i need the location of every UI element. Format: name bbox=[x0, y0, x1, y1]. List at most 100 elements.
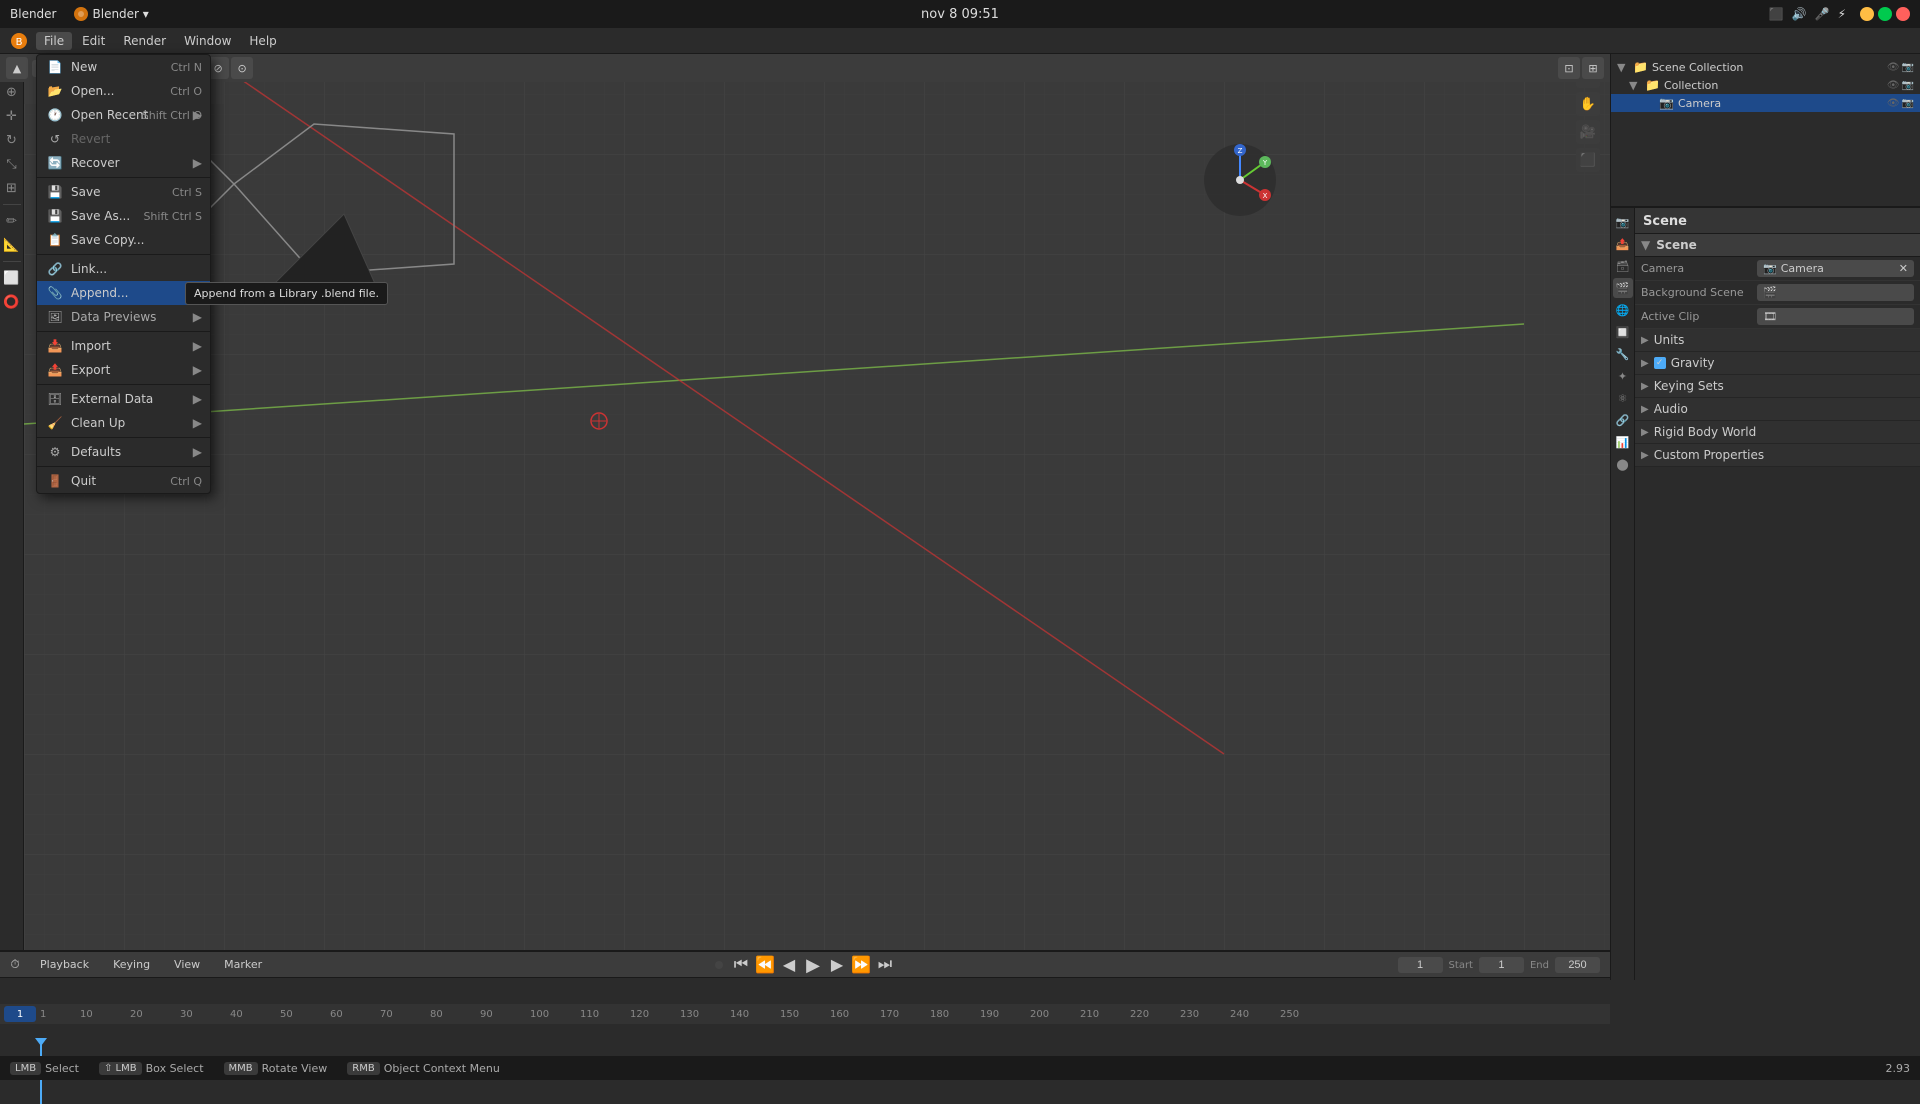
activities-label[interactable]: Blender bbox=[10, 7, 57, 21]
tool-measure[interactable]: 📐 bbox=[2, 235, 22, 255]
tool-transform[interactable]: ⊞ bbox=[2, 178, 22, 198]
prop-bgscene-value[interactable]: 🎬 bbox=[1757, 284, 1914, 301]
prev-frame-btn[interactable]: ◀ bbox=[779, 955, 799, 975]
tray-power[interactable]: ⚡ bbox=[1838, 7, 1846, 21]
tree-hide-icon[interactable]: 👁 bbox=[1887, 62, 1900, 73]
prop-tab-modifier[interactable]: 🔧 bbox=[1613, 344, 1633, 364]
proportional-btn[interactable]: ⊙ bbox=[231, 57, 253, 79]
section-rigid-body[interactable]: ▶ Rigid Body World bbox=[1635, 421, 1920, 444]
prop-tab-render[interactable]: 📷 bbox=[1613, 212, 1633, 232]
tool-annotate[interactable]: ✏ bbox=[2, 211, 22, 231]
record-btn[interactable] bbox=[715, 961, 723, 969]
section-scene[interactable]: ▼ Scene bbox=[1635, 234, 1920, 257]
tray-mic[interactable]: 🎤 bbox=[1815, 7, 1830, 21]
prop-tab-world[interactable]: 🌐 bbox=[1613, 300, 1633, 320]
window-minimize[interactable] bbox=[1860, 7, 1874, 21]
menu-help[interactable]: Help bbox=[241, 32, 284, 50]
tree-collection[interactable]: ▼ 📁 Collection 👁 📷 bbox=[1611, 76, 1920, 94]
vp-pan[interactable]: ✋ bbox=[1576, 92, 1600, 116]
section-keying-sets[interactable]: ▶ Keying Sets bbox=[1635, 375, 1920, 398]
prop-tab-object[interactable]: 🔲 bbox=[1613, 322, 1633, 342]
last-frame-btn[interactable]: ⏭ bbox=[875, 955, 895, 975]
vp-render-preview[interactable]: ⬛ bbox=[1576, 148, 1600, 172]
menu-window[interactable]: Window bbox=[176, 32, 239, 50]
menu-save-copy[interactable]: 📋 Save Copy... bbox=[37, 228, 210, 252]
menu-revert[interactable]: ↺ Revert bbox=[37, 127, 210, 151]
prop-tab-material[interactable]: ⬤ bbox=[1613, 454, 1633, 474]
menu-save[interactable]: 💾 Save Ctrl S bbox=[37, 180, 210, 204]
tree-camera[interactable]: ▶ 📷 Camera 👁 📷 bbox=[1611, 94, 1920, 112]
tray-network[interactable]: ⬛ bbox=[1769, 7, 1784, 21]
tree-scene-collection[interactable]: ▼ 📁 Scene Collection 👁 📷 bbox=[1611, 58, 1920, 76]
viewport-3d[interactable]: Z Y X ⌖ ✋ 🎥 ⬛ bbox=[24, 54, 1610, 950]
timeline-mode-icon[interactable]: ⏱ bbox=[6, 956, 24, 974]
tree-collection-hide[interactable]: 👁 bbox=[1887, 80, 1900, 91]
navigation-gizmo[interactable]: Z Y X bbox=[1200, 140, 1280, 220]
tool-scale[interactable]: ⤡ bbox=[2, 154, 22, 174]
tree-render-icon[interactable]: 📷 bbox=[1902, 62, 1914, 73]
menu-save-as[interactable]: 💾 Save As... Shift Ctrl S bbox=[37, 204, 210, 228]
window-maximize[interactable] bbox=[1878, 7, 1892, 21]
menu-data-previews[interactable]: 🖼 Data Previews ▶ bbox=[37, 305, 210, 329]
menu-new[interactable]: 📄 New Ctrl N bbox=[37, 55, 210, 79]
tool-rotate[interactable]: ↻ bbox=[2, 130, 22, 150]
start-frame-input[interactable]: 1 bbox=[1479, 957, 1524, 973]
prop-camera-remove[interactable]: ✕ bbox=[1899, 262, 1908, 275]
prop-tab-particles[interactable]: ✦ bbox=[1613, 366, 1633, 386]
prop-tab-view-layer[interactable]: 🗃 bbox=[1613, 256, 1633, 276]
menu-recover[interactable]: 🔄 Recover ▶ bbox=[37, 151, 210, 175]
menu-export[interactable]: 📤 Export ▶ bbox=[37, 358, 210, 382]
tree-collection-render[interactable]: 📷 bbox=[1902, 80, 1914, 91]
tl-menu-marker[interactable]: Marker bbox=[216, 956, 270, 973]
section-custom-props[interactable]: ▶ Custom Properties bbox=[1635, 444, 1920, 467]
blender-menu-logo[interactable]: B bbox=[4, 32, 34, 50]
fps-value: 2.93 bbox=[1886, 1062, 1911, 1075]
prop-activeclip-value[interactable]: 🎞 bbox=[1757, 308, 1914, 325]
menu-open-recent[interactable]: 🕐 Open Recent Shift Ctrl O ▶ bbox=[37, 103, 210, 127]
end-frame-input[interactable]: 250 bbox=[1555, 957, 1600, 973]
menu-quit[interactable]: 🚪 Quit Ctrl Q bbox=[37, 469, 210, 493]
tool-move[interactable]: ✛ bbox=[2, 106, 22, 126]
play-btn[interactable]: ▶ bbox=[803, 955, 823, 975]
tool-add-circle[interactable]: ⭕ bbox=[2, 292, 22, 312]
gravity-checkbox[interactable]: ✓ bbox=[1654, 357, 1666, 369]
prop-tab-data[interactable]: 📊 bbox=[1613, 432, 1633, 452]
menu-open[interactable]: 📂 Open... Ctrl O bbox=[37, 79, 210, 103]
menu-import[interactable]: 📥 Import ▶ bbox=[37, 334, 210, 358]
viewport-overlay-btn[interactable]: ⊡ bbox=[1558, 57, 1580, 79]
tl-menu-keying[interactable]: Keying bbox=[105, 956, 158, 973]
tree-camera-render[interactable]: 📷 bbox=[1902, 98, 1914, 109]
current-frame-input[interactable]: 1 bbox=[1398, 957, 1443, 973]
prop-camera-row: Camera 📷 Camera ✕ bbox=[1635, 257, 1920, 281]
section-gravity[interactable]: ▶ ✓ Gravity bbox=[1635, 352, 1920, 375]
next-frame-btn[interactable]: ▶ bbox=[827, 955, 847, 975]
menu-edit[interactable]: Edit bbox=[74, 32, 113, 50]
prop-camera-value[interactable]: 📷 Camera ✕ bbox=[1757, 260, 1914, 277]
viewport-gizmo-btn[interactable]: ⊞ bbox=[1582, 57, 1604, 79]
section-audio[interactable]: ▶ Audio bbox=[1635, 398, 1920, 421]
tool-cursor[interactable]: ⊕ bbox=[2, 82, 22, 102]
viewport-mode-icon[interactable]: ▲ bbox=[6, 57, 28, 79]
vp-camera-view[interactable]: 🎥 bbox=[1576, 120, 1600, 144]
app-name: Blender ▾ bbox=[93, 7, 149, 21]
first-frame-btn[interactable]: ⏮ bbox=[731, 955, 751, 975]
prop-tab-constraints[interactable]: 🔗 bbox=[1613, 410, 1633, 430]
tree-camera-hide[interactable]: 👁 bbox=[1887, 98, 1900, 109]
prop-tab-scene[interactable]: 🎬 bbox=[1613, 278, 1633, 298]
tool-add-box[interactable]: ⬜ bbox=[2, 268, 22, 288]
tl-menu-playback[interactable]: Playback bbox=[32, 956, 97, 973]
window-close[interactable] bbox=[1896, 7, 1910, 21]
next-keyframe-btn[interactable]: ⏩ bbox=[851, 955, 871, 975]
menu-file[interactable]: File bbox=[36, 32, 72, 50]
menu-clean-up[interactable]: 🧹 Clean Up ▶ bbox=[37, 411, 210, 435]
prop-tab-physics[interactable]: ⚛ bbox=[1613, 388, 1633, 408]
tl-menu-view[interactable]: View bbox=[166, 956, 208, 973]
menu-render[interactable]: Render bbox=[115, 32, 174, 50]
menu-link[interactable]: 🔗 Link... bbox=[37, 257, 210, 281]
tray-audio[interactable]: 🔊 bbox=[1792, 7, 1807, 21]
menu-defaults[interactable]: ⚙ Defaults ▶ bbox=[37, 440, 210, 464]
section-units[interactable]: ▶ Units bbox=[1635, 329, 1920, 352]
prev-keyframe-btn[interactable]: ⏪ bbox=[755, 955, 775, 975]
prop-tab-output[interactable]: 📤 bbox=[1613, 234, 1633, 254]
menu-external-data[interactable]: 🗄 External Data ▶ bbox=[37, 387, 210, 411]
